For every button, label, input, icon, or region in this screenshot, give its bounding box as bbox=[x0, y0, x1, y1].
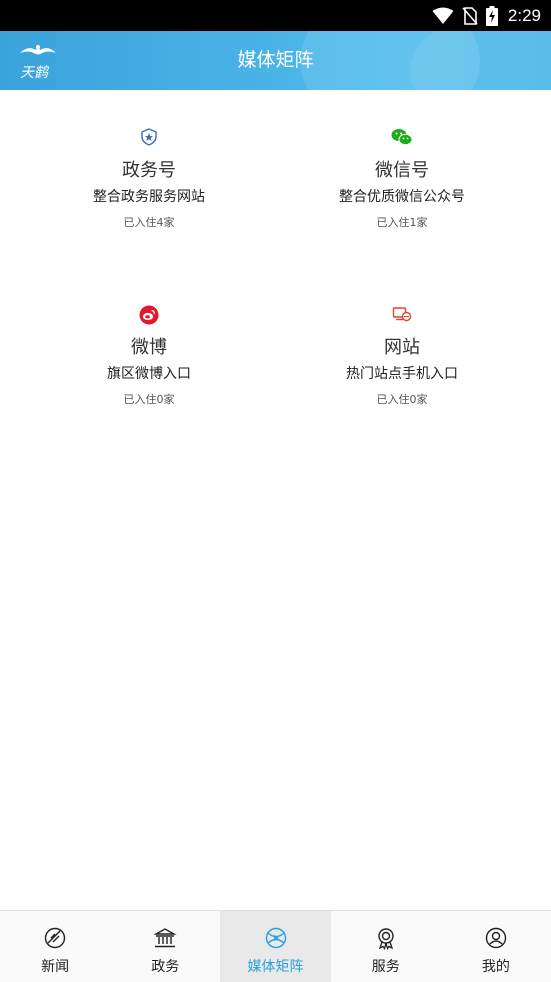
tab-label: 媒体矩阵 bbox=[247, 959, 304, 975]
tab-label: 我的 bbox=[481, 959, 510, 975]
card-description: 热门站点手机入口 bbox=[346, 366, 458, 382]
tab-news[interactable]: 新闻 bbox=[0, 911, 110, 982]
card-title: 政务号 bbox=[122, 160, 176, 181]
website-icon bbox=[392, 307, 412, 322]
news-icon bbox=[44, 927, 66, 949]
card-description: 整合优质微信公众号 bbox=[339, 189, 465, 205]
card-count: 已入住4家 bbox=[123, 216, 175, 229]
tab-label: 政务 bbox=[151, 959, 180, 975]
card-weibo[interactable]: 微博 旗区微博入口 已入住0家 bbox=[11, 267, 287, 443]
status-bar: 2:29 bbox=[0, 0, 551, 31]
weibo-icon bbox=[139, 305, 159, 325]
card-count: 已入住1家 bbox=[376, 216, 428, 229]
page-title: 媒体矩阵 bbox=[237, 49, 314, 71]
card-government-account[interactable]: 政务号 整合政务服务网站 已入住4家 bbox=[11, 90, 287, 266]
wifi-icon bbox=[432, 7, 454, 24]
tab-label: 新闻 bbox=[41, 959, 70, 975]
tab-service[interactable]: 服务 bbox=[331, 911, 441, 982]
card-count: 已入住0家 bbox=[376, 393, 428, 406]
card-wechat-account[interactable]: 微信号 整合优质微信公众号 已入住1家 bbox=[264, 90, 540, 266]
tab-media-matrix[interactable]: 媒体矩阵 bbox=[220, 911, 331, 982]
card-description: 整合政务服务网站 bbox=[93, 189, 205, 205]
card-title: 微信号 bbox=[375, 160, 429, 181]
battery-charging-icon bbox=[485, 5, 498, 26]
service-icon bbox=[378, 928, 394, 950]
card-title: 微博 bbox=[131, 337, 167, 358]
media-matrix-icon bbox=[265, 927, 286, 949]
no-sim-icon bbox=[462, 6, 478, 25]
tab-profile[interactable]: 我的 bbox=[441, 911, 551, 982]
wechat-icon bbox=[391, 129, 413, 146]
tab-label: 服务 bbox=[371, 959, 400, 975]
bottom-tab-bar: 新闻 政务 媒体矩阵 服务 我的 bbox=[0, 910, 551, 982]
police-badge-icon bbox=[141, 128, 157, 146]
status-time: 2:29 bbox=[507, 5, 541, 25]
card-website[interactable]: 网站 热门站点手机入口 已入住0家 bbox=[264, 267, 540, 443]
profile-icon bbox=[485, 927, 507, 949]
tab-government[interactable]: 政务 bbox=[110, 911, 220, 982]
card-description: 旗区微博入口 bbox=[107, 366, 191, 382]
status-icons: 2:29 bbox=[432, 0, 541, 31]
card-count: 已入住0家 bbox=[123, 393, 175, 406]
header: 天鹤 媒体矩阵 bbox=[0, 31, 551, 90]
government-icon bbox=[153, 928, 177, 948]
card-title: 网站 bbox=[384, 337, 420, 358]
